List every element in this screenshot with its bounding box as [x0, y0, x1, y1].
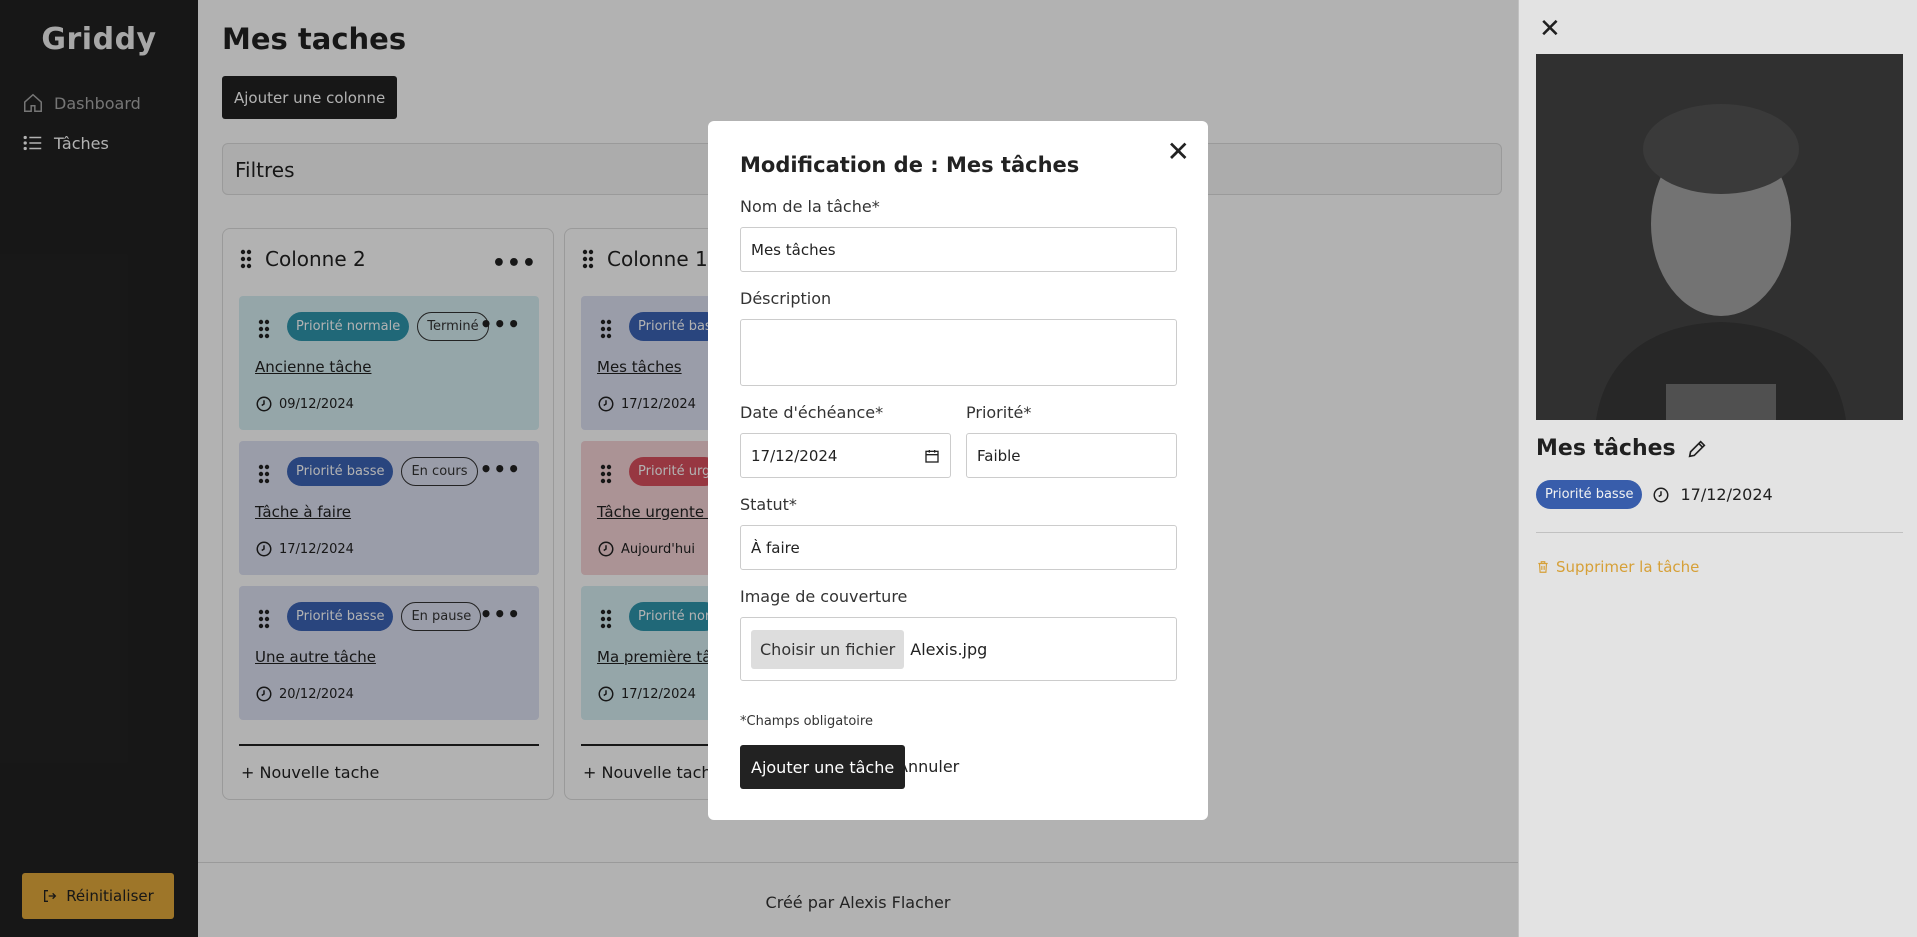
close-icon[interactable]: ✕ — [1167, 135, 1190, 168]
priority-label: Priorité* — [966, 403, 1032, 422]
status-value: À faire — [751, 538, 800, 557]
file-input[interactable]: Choisir un fichier Alexis.jpg — [740, 617, 1177, 681]
file-name: Alexis.jpg — [910, 639, 988, 659]
edit-task-modal: Modification de : Mes tâches ✕ Nom de la… — [708, 121, 1208, 820]
cancel-button[interactable]: Annuler — [897, 757, 959, 776]
name-field[interactable]: Mes tâches — [740, 227, 1177, 272]
description-label: Déscription — [740, 289, 832, 308]
due-date-value: 17/12/2024 — [751, 446, 838, 465]
priority-select[interactable]: Faible — [966, 433, 1177, 478]
description-field[interactable] — [740, 319, 1177, 386]
calendar-icon[interactable] — [924, 448, 940, 464]
cover-image-label: Image de couverture — [740, 587, 908, 606]
choose-file-button[interactable]: Choisir un fichier — [751, 629, 905, 669]
priority-value: Faible — [977, 446, 1021, 465]
modal-title: Modification de : Mes tâches — [740, 153, 1080, 177]
status-select[interactable]: À faire — [740, 525, 1177, 570]
submit-button[interactable]: Ajouter une tâche — [740, 745, 906, 789]
due-date-label: Date d'échéance* — [740, 403, 884, 422]
required-note: *Champs obligatoire — [740, 714, 873, 729]
due-date-field[interactable]: 17/12/2024 — [740, 433, 951, 478]
status-label: Statut* — [740, 495, 797, 514]
name-value: Mes tâches — [751, 240, 836, 259]
panel-backdrop — [1518, 0, 1917, 937]
name-label: Nom de la tâche* — [740, 197, 880, 216]
